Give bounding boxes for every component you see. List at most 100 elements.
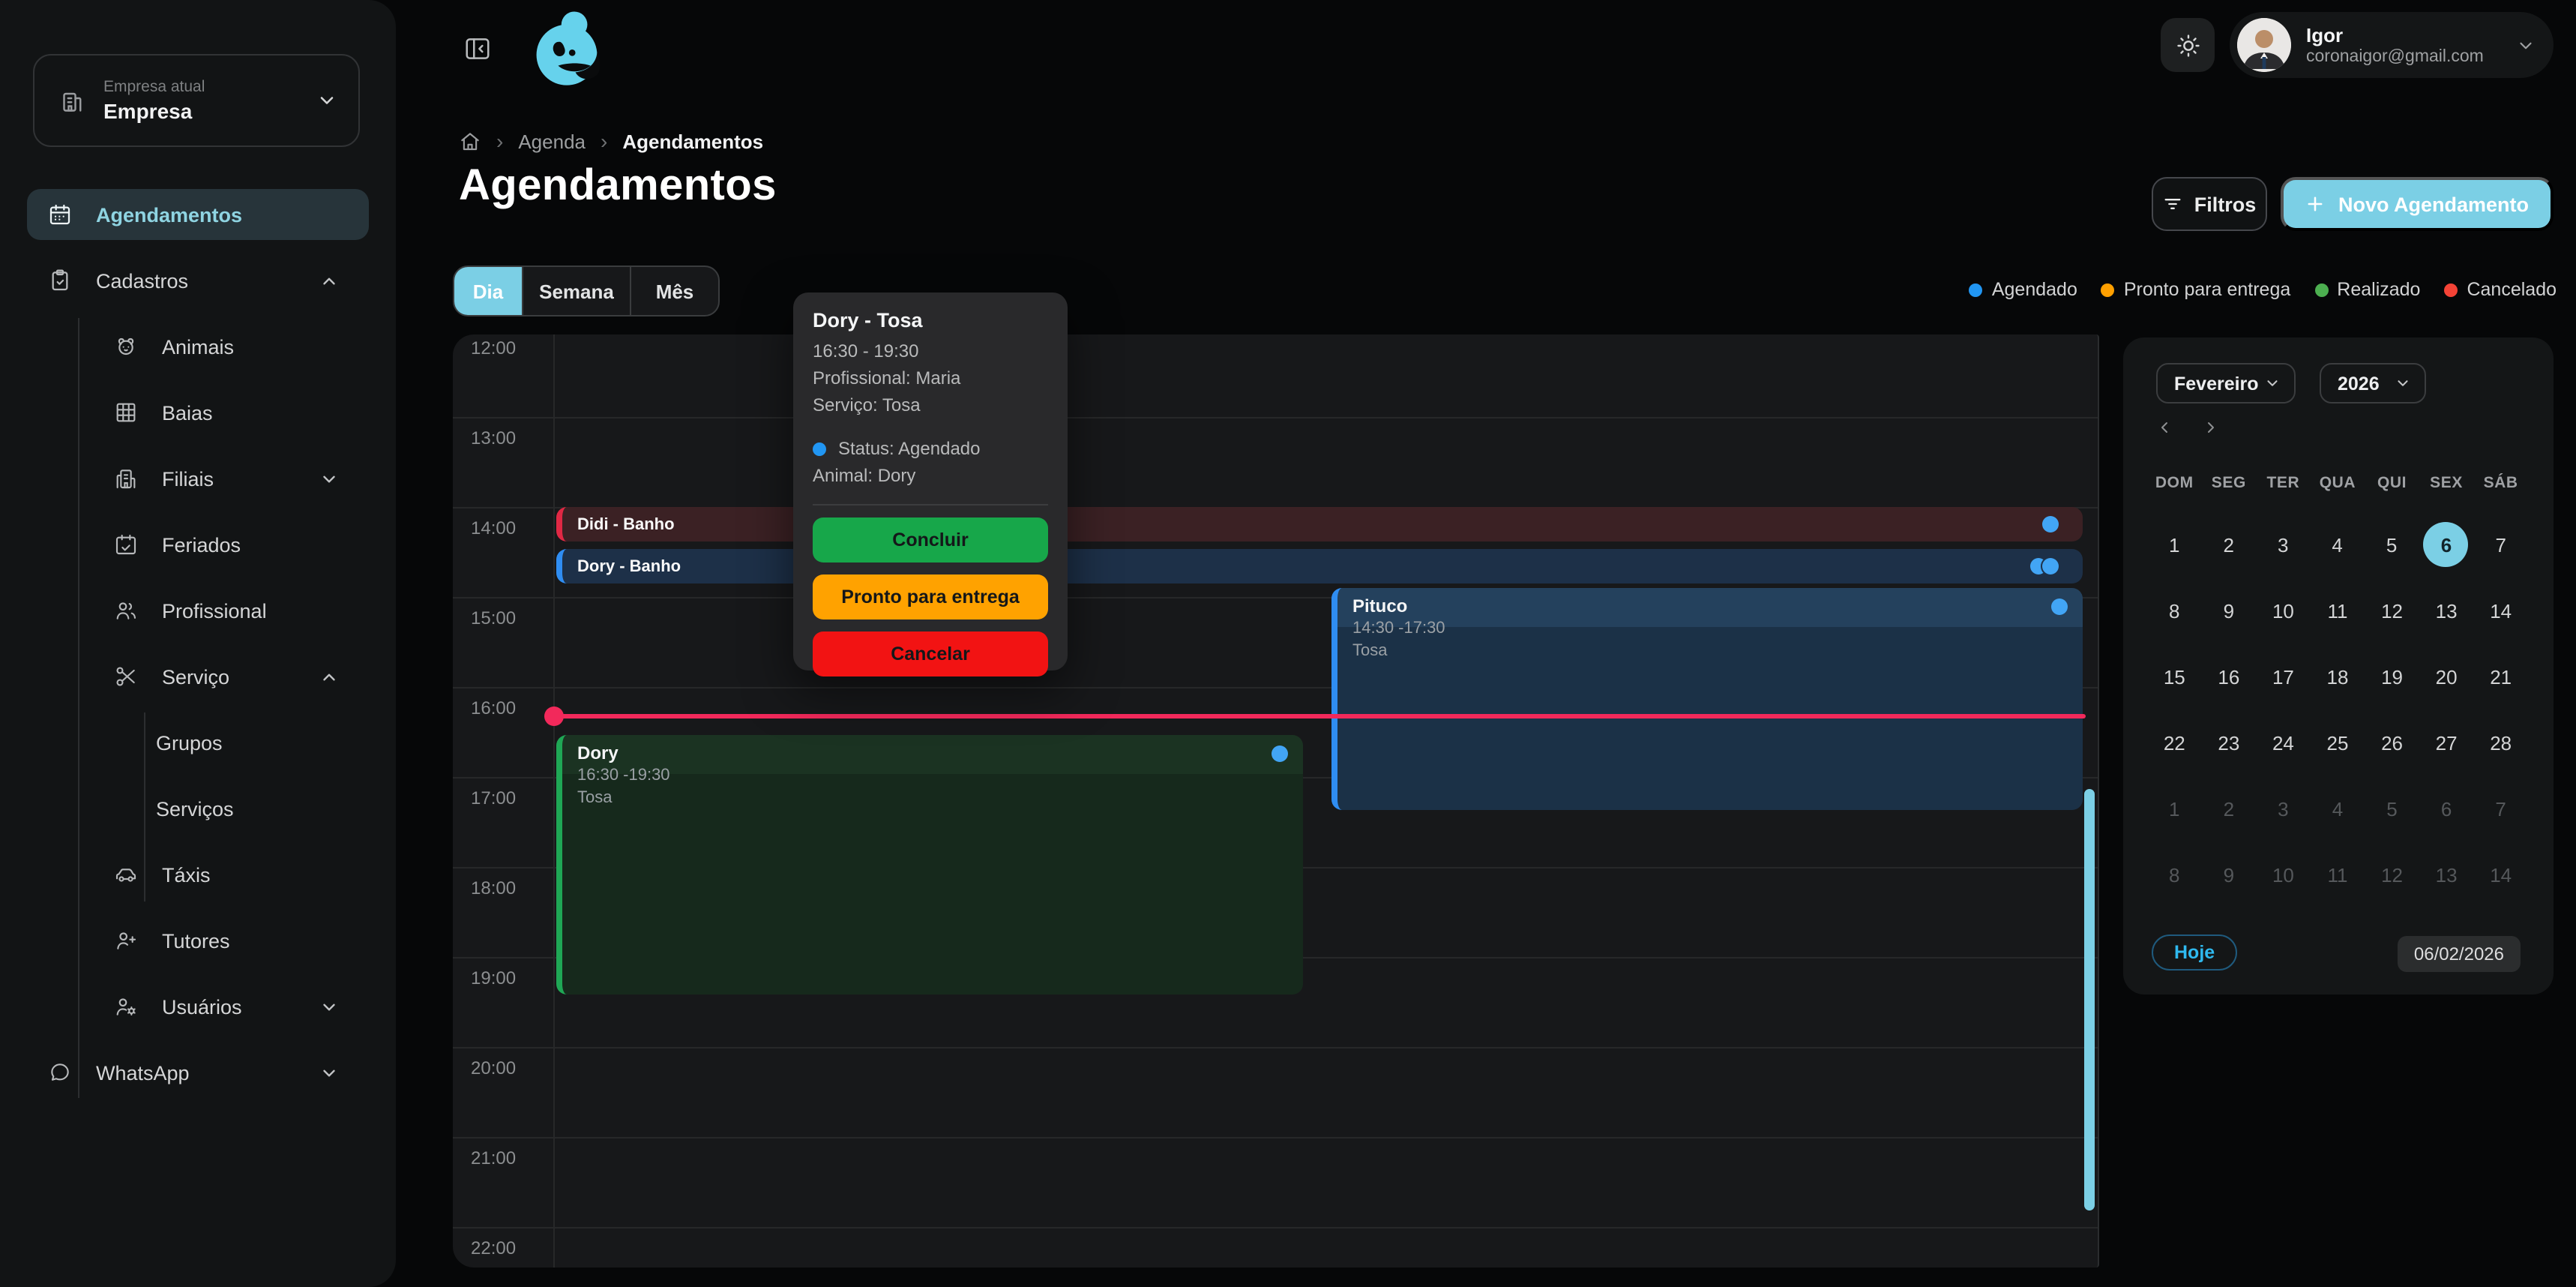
day-cell: 3 bbox=[2256, 786, 2311, 831]
day-cell[interactable]: 18 bbox=[2311, 654, 2365, 699]
day-cell[interactable]: 10 bbox=[2256, 588, 2311, 633]
tab-dia[interactable]: Dia bbox=[454, 267, 523, 315]
building-branch-icon bbox=[114, 466, 138, 490]
date-row-next-month: 1 2 3 4 5 6 7 bbox=[2147, 786, 2528, 831]
home-icon[interactable] bbox=[459, 130, 481, 152]
month-select[interactable]: Fevereiro bbox=[2156, 363, 2296, 404]
sidebar-item-baias[interactable]: Baias bbox=[27, 387, 369, 438]
event-didi-banho[interactable]: Didi - Banho bbox=[556, 507, 2083, 542]
day-cell[interactable]: 2 bbox=[2201, 522, 2255, 567]
sidebar-item-taxis[interactable]: Táxis bbox=[27, 849, 369, 900]
day-cell[interactable]: 15 bbox=[2147, 654, 2202, 699]
day-cell[interactable]: 16 bbox=[2202, 654, 2257, 699]
calendar-check-icon bbox=[114, 532, 138, 556]
cancel-button[interactable]: Cancelar bbox=[813, 632, 1048, 676]
date-row: 22 23 24 25 26 27 28 bbox=[2147, 720, 2528, 765]
sidebar-item-label: Filiais bbox=[162, 467, 319, 490]
prev-month-icon[interactable] bbox=[2156, 418, 2174, 436]
vertical-scrollbar[interactable] bbox=[2084, 789, 2095, 1210]
user-menu[interactable]: Igor coronaigor@gmail.com bbox=[2230, 12, 2554, 78]
sidebar-item-animais[interactable]: Animais bbox=[27, 321, 369, 372]
day-cell[interactable]: 5 bbox=[2365, 522, 2419, 567]
hour-row[interactable]: 20:00 bbox=[453, 1048, 2098, 1138]
day-cell[interactable]: 9 bbox=[2202, 588, 2257, 633]
event-dory-tosa[interactable]: Dory 16:30 -19:30 Tosa bbox=[556, 735, 1303, 994]
popup-title: Dory - Tosa bbox=[813, 309, 1048, 332]
next-month-icon[interactable] bbox=[2201, 418, 2219, 436]
chevron-up-icon bbox=[319, 667, 339, 686]
blue-dot-icon bbox=[1969, 283, 1983, 296]
sidebar-item-profissional[interactable]: Profissional bbox=[27, 585, 369, 636]
sidebar-item-servico[interactable]: Serviço bbox=[27, 651, 369, 702]
popup-time: 16:30 - 19:30 bbox=[813, 338, 1048, 364]
sidebar-item-usuarios[interactable]: Usuários bbox=[27, 981, 369, 1032]
status-dot-icon bbox=[813, 442, 826, 455]
date-row-next-month: 8 9 10 11 12 13 14 bbox=[2147, 852, 2528, 897]
company-name: Empresa bbox=[103, 99, 298, 123]
sidebar-item-filiais[interactable]: Filiais bbox=[27, 453, 369, 504]
red-dot-icon bbox=[2444, 283, 2458, 296]
event-dory-banho[interactable]: Dory - Banho bbox=[556, 549, 2083, 584]
day-cell[interactable]: 17 bbox=[2256, 654, 2311, 699]
day-cell: 13 bbox=[2419, 852, 2474, 897]
day-cell[interactable]: 8 bbox=[2147, 588, 2202, 633]
day-cell[interactable]: 7 bbox=[2474, 522, 2528, 567]
day-cell[interactable]: 13 bbox=[2419, 588, 2474, 633]
day-cell: 14 bbox=[2473, 852, 2528, 897]
sidebar-item-cadastros[interactable]: Cadastros bbox=[27, 255, 369, 306]
calendar-icon bbox=[48, 202, 72, 226]
sidebar-item-servicos[interactable]: Serviços bbox=[27, 783, 369, 834]
tab-semana[interactable]: Semana bbox=[523, 267, 631, 315]
hour-row[interactable]: 22:00 bbox=[453, 1228, 2098, 1268]
day-cell[interactable]: 21 bbox=[2473, 654, 2528, 699]
day-cell: 7 bbox=[2473, 786, 2528, 831]
complete-button[interactable]: Concluir bbox=[813, 518, 1048, 562]
hour-row[interactable]: 13:00 bbox=[453, 418, 2098, 508]
sidebar-item-feriados[interactable]: Feriados bbox=[27, 519, 369, 570]
sun-icon bbox=[2175, 32, 2200, 58]
day-cell[interactable]: 28 bbox=[2473, 720, 2528, 765]
day-cell[interactable]: 27 bbox=[2419, 720, 2474, 765]
ready-for-delivery-button[interactable]: Pronto para entrega bbox=[813, 574, 1048, 620]
avatar bbox=[2237, 18, 2291, 72]
company-selector[interactable]: Empresa atual Empresa bbox=[33, 54, 360, 147]
year-select[interactable]: 2026 bbox=[2320, 363, 2426, 404]
day-cell[interactable]: 4 bbox=[2310, 522, 2364, 567]
day-cell[interactable]: 22 bbox=[2147, 720, 2202, 765]
day-cell[interactable]: 12 bbox=[2365, 588, 2419, 633]
day-cell[interactable]: 24 bbox=[2256, 720, 2311, 765]
sidebar-item-grupos[interactable]: Grupos bbox=[27, 717, 369, 768]
day-cell[interactable]: 1 bbox=[2147, 522, 2201, 567]
day-cell[interactable]: 20 bbox=[2419, 654, 2474, 699]
hour-row[interactable]: 12:00 bbox=[453, 334, 2098, 418]
day-cell[interactable]: 25 bbox=[2311, 720, 2365, 765]
sidebar-collapse-button[interactable] bbox=[463, 34, 492, 63]
popup-animal: Animal: Dory bbox=[813, 462, 1048, 489]
sidebar-item-agendamentos[interactable]: Agendamentos bbox=[27, 189, 369, 240]
day-cell-selected[interactable]: 6 bbox=[2424, 522, 2469, 567]
hour-row[interactable]: 21:00 bbox=[453, 1138, 2098, 1228]
time-dot-icon bbox=[544, 706, 564, 726]
day-cell[interactable]: 26 bbox=[2365, 720, 2419, 765]
legend-pronto: Pronto para entrega bbox=[2101, 279, 2290, 300]
new-appointment-button[interactable]: Novo Agendamento bbox=[2281, 177, 2554, 231]
day-cell[interactable]: 14 bbox=[2473, 588, 2528, 633]
sidebar-item-label: Agendamentos bbox=[96, 203, 369, 226]
event-pituco[interactable]: Pituco 14:30 -17:30 Tosa bbox=[1331, 588, 2083, 810]
company-label: Empresa atual bbox=[103, 78, 298, 96]
sidebar-item-tutores[interactable]: Tutores bbox=[27, 915, 369, 966]
grid-icon bbox=[114, 400, 138, 424]
day-cell[interactable]: 11 bbox=[2311, 588, 2365, 633]
status-dot-icon bbox=[1272, 746, 1288, 762]
filters-button[interactable]: Filtros bbox=[2152, 177, 2267, 231]
theme-toggle-button[interactable] bbox=[2161, 18, 2215, 72]
day-cell[interactable]: 19 bbox=[2365, 654, 2419, 699]
day-cell[interactable]: 23 bbox=[2202, 720, 2257, 765]
day-cell[interactable]: 3 bbox=[2256, 522, 2310, 567]
breadcrumb-agenda[interactable]: Agenda bbox=[518, 130, 586, 152]
sidebar-item-label: Grupos bbox=[156, 731, 369, 754]
sidebar-item-whatsapp[interactable]: WhatsApp bbox=[27, 1047, 369, 1098]
chat-bubble-icon bbox=[48, 1060, 72, 1084]
tab-mes[interactable]: Mês bbox=[631, 267, 718, 315]
today-button[interactable]: Hoje bbox=[2152, 934, 2237, 970]
